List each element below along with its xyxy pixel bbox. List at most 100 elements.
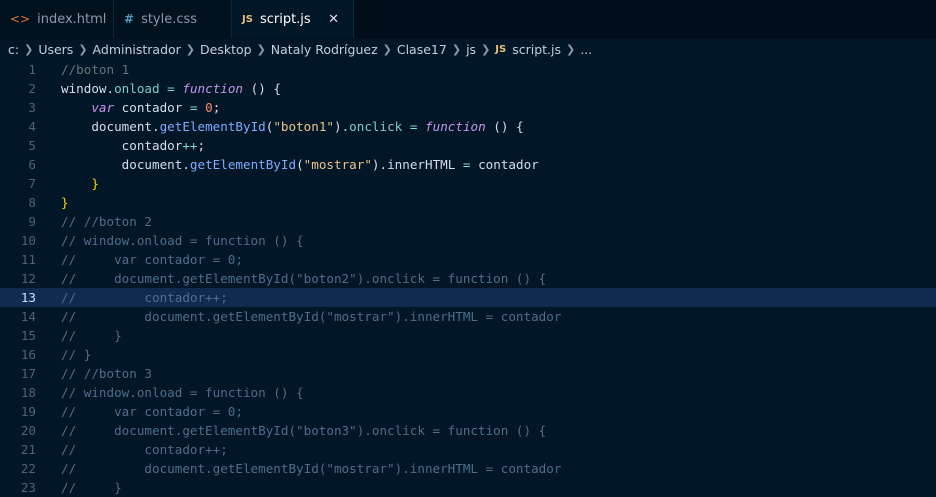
line-number: 8 (28, 195, 36, 210)
line-number: 10 (20, 233, 36, 248)
tab-label: style.css (141, 11, 198, 27)
code-text[interactable]: contador++; (36, 136, 205, 155)
line-number: 9 (28, 214, 36, 229)
code-text[interactable]: // contador++; (36, 288, 228, 307)
breadcrumb-item[interactable]: Users (38, 42, 73, 57)
tab-style-css[interactable]: # style.css (114, 0, 232, 38)
code-text[interactable]: // } (36, 478, 122, 497)
js-icon: JS (242, 13, 253, 25)
breadcrumb-item[interactable]: js (466, 42, 476, 57)
code-line[interactable]: 2 window.onload = function () { (0, 79, 936, 98)
line-number: 13 (20, 290, 36, 305)
line-number: 22 (20, 461, 36, 476)
code-text[interactable]: // } (36, 345, 91, 364)
code-text[interactable]: // window.onload = function () { (36, 383, 304, 402)
code-line[interactable]: 21// contador++; (0, 440, 936, 459)
code-line[interactable]: 1//boton 1 (0, 60, 936, 79)
code-line[interactable]: 23// } (0, 478, 936, 497)
line-number: 23 (20, 480, 36, 495)
line-number: 3 (28, 100, 36, 115)
js-icon: JS (495, 44, 507, 55)
code-line[interactable]: 9// //boton 2 (0, 212, 936, 231)
tab-bar: <> index.html # style.css JS script.js ✕ (0, 0, 936, 39)
line-number: 19 (20, 404, 36, 419)
code-line[interactable]: 8} (0, 193, 936, 212)
code-text[interactable]: // document.getElementById("mostrar").in… (36, 459, 561, 478)
css-icon: # (124, 12, 135, 26)
code-line[interactable]: 6 document.getElementById("mostrar").inn… (0, 155, 936, 174)
code-line[interactable]: 10// window.onload = function () { (0, 231, 936, 250)
code-line[interactable]: 13// contador++; (0, 288, 936, 307)
tab-index-html[interactable]: <> index.html (0, 0, 114, 38)
line-number: 1 (28, 62, 36, 77)
code-line[interactable]: 16// } (0, 345, 936, 364)
line-number: 20 (20, 423, 36, 438)
code-text[interactable]: // document.getElementById("boton2").onc… (36, 269, 546, 288)
chevron-right-icon: ❯ (185, 43, 196, 56)
line-number: 2 (28, 81, 36, 96)
code-text[interactable]: // document.getElementById("boton3").onc… (36, 421, 546, 440)
chevron-right-icon: ❯ (481, 43, 491, 56)
line-number: 17 (20, 366, 36, 381)
tab-label: script.js (259, 11, 311, 27)
code-text[interactable]: // var contador = 0; (36, 250, 243, 269)
code-line[interactable]: 5 contador++; (0, 136, 936, 155)
html-icon: <> (10, 12, 31, 26)
code-text[interactable]: // contador++; (36, 440, 228, 459)
code-text[interactable]: window.onload = function () { (36, 79, 281, 98)
code-line[interactable]: 20// document.getElementById("boton3").o… (0, 421, 936, 440)
code-text[interactable]: } (36, 174, 99, 193)
line-number: 12 (20, 271, 36, 286)
breadcrumb: c: ❯ Users ❯ Administrador ❯ Desktop ❯ N… (0, 39, 936, 60)
chevron-right-icon: ❯ (566, 43, 576, 56)
chevron-right-icon: ❯ (382, 43, 392, 56)
code-text[interactable]: var contador = 0; (36, 98, 220, 117)
code-line[interactable]: 4 document.getElementById("boton1").oncl… (0, 117, 936, 136)
code-text[interactable]: } (36, 193, 69, 212)
close-icon[interactable]: ✕ (328, 12, 339, 27)
code-line[interactable]: 3 var contador = 0; (0, 98, 936, 117)
code-line[interactable]: 15// } (0, 326, 936, 345)
line-number: 18 (20, 385, 36, 400)
line-number: 7 (28, 176, 36, 191)
line-number: 21 (20, 442, 36, 457)
breadcrumb-item[interactable]: Nataly Rodríguez (271, 42, 378, 57)
breadcrumb-item[interactable]: Desktop (200, 42, 252, 57)
code-line[interactable]: 19// var contador = 0; (0, 402, 936, 421)
code-text[interactable]: //boton 1 (36, 60, 129, 79)
code-line[interactable]: 17// //boton 3 (0, 364, 936, 383)
code-text[interactable]: // //boton 3 (36, 364, 152, 383)
line-number: 5 (28, 138, 36, 153)
chevron-right-icon: ❯ (78, 43, 88, 56)
code-text[interactable]: // window.onload = function () { (36, 231, 304, 250)
breadcrumb-item[interactable]: Administrador (93, 42, 181, 57)
code-text[interactable]: // var contador = 0; (36, 402, 243, 421)
code-line[interactable]: 22// document.getElementById("mostrar").… (0, 459, 936, 478)
code-line[interactable]: 18// window.onload = function () { (0, 383, 936, 402)
breadcrumb-item[interactable]: c: (8, 42, 19, 57)
line-number: 4 (28, 119, 36, 134)
line-number: 15 (20, 328, 36, 343)
breadcrumb-item[interactable]: script.js (512, 42, 561, 57)
code-editor[interactable]: 1//boton 1 2 window.onload = function () {… (0, 60, 936, 497)
code-text[interactable]: document.getElementById("mostrar").inner… (36, 155, 539, 174)
code-text[interactable]: // } (36, 326, 122, 345)
tab-bar-empty (354, 0, 936, 38)
chevron-right-icon: ❯ (256, 43, 266, 56)
line-number: 16 (20, 347, 36, 362)
line-number: 14 (20, 309, 36, 324)
tab-script-js[interactable]: JS script.js ✕ (232, 0, 354, 38)
chevron-right-icon: ❯ (24, 43, 34, 56)
breadcrumb-item[interactable]: ... (580, 42, 592, 57)
code-line[interactable]: 12// document.getElementById("boton2").o… (0, 269, 936, 288)
code-line[interactable]: 14// document.getElementById("mostrar").… (0, 307, 936, 326)
line-number: 6 (28, 157, 36, 172)
code-line[interactable]: 11// var contador = 0; (0, 250, 936, 269)
code-line[interactable]: 7 } (0, 174, 936, 193)
code-text[interactable]: document.getElementById("boton1").onclic… (36, 117, 523, 136)
code-text[interactable]: // //boton 2 (36, 212, 152, 231)
tab-label: index.html (37, 11, 107, 27)
code-text[interactable]: // document.getElementById("mostrar").in… (36, 307, 561, 326)
chevron-right-icon: ❯ (451, 43, 462, 56)
breadcrumb-item[interactable]: Clase17 (397, 42, 447, 57)
